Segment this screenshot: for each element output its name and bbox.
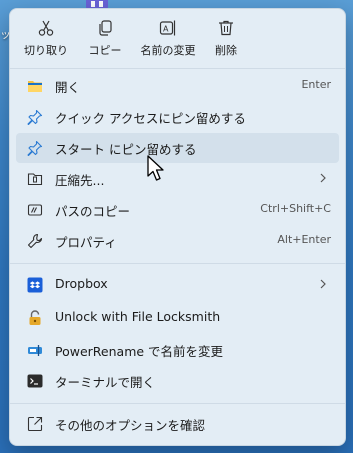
menu-item-copy-path[interactable]: パスのコピー Ctrl+Shift+C xyxy=(16,195,339,225)
separator xyxy=(10,403,345,404)
menu-item-label: その他のオプションを確認 xyxy=(55,418,206,433)
pin-icon xyxy=(27,109,43,125)
menu-item-open[interactable]: 開く Enter xyxy=(16,71,339,101)
menu-item-label: クイック アクセスにピン留めする xyxy=(55,111,246,126)
power-rename-icon xyxy=(28,345,42,356)
menu-item-label: ターミナルで開く xyxy=(55,375,156,390)
shortcut-text: Enter xyxy=(301,78,331,91)
menu-item-label: Dropbox xyxy=(55,276,108,291)
lock-icon xyxy=(29,310,41,325)
menu-item-pin-start[interactable]: スタート にピン留めする xyxy=(16,133,339,163)
wrench-icon xyxy=(27,233,43,249)
mouse-cursor-icon xyxy=(147,155,164,181)
terminal-icon xyxy=(27,374,43,388)
separator xyxy=(10,263,345,264)
copy-label: コピー xyxy=(88,44,122,57)
shortcut-text: Alt+Enter xyxy=(277,233,331,246)
zip-folder-icon xyxy=(27,173,43,186)
copy-icon xyxy=(99,20,112,36)
cut-label: 切り取り xyxy=(24,44,68,57)
menu-item-open-terminal[interactable]: ターミナルで開く xyxy=(16,366,339,396)
pin-icon xyxy=(27,140,43,156)
dropbox-icon xyxy=(27,277,43,293)
quick-actions-bar: 切り取り コピー A 名前の変更 削除 xyxy=(10,13,345,63)
menu-item-more-options[interactable]: その他のオプションを確認 xyxy=(16,409,339,439)
more-options-icon xyxy=(27,416,43,432)
copy-button[interactable]: コピー xyxy=(75,13,135,63)
separator xyxy=(10,68,345,69)
chevron-right-icon xyxy=(320,173,326,183)
menu-item-label: スタート にピン留めする xyxy=(55,142,197,157)
menu-item-label: 開く xyxy=(55,80,81,95)
chevron-right-icon xyxy=(320,279,326,289)
menu-item-compress[interactable]: 圧縮先... xyxy=(16,164,339,194)
menu-item-label: プロパティ xyxy=(55,235,117,250)
menu-item-label: パスのコピー xyxy=(55,204,131,219)
rename-button[interactable]: A 名前の変更 xyxy=(136,13,200,63)
menu-item-pin-quick-access[interactable]: クイック アクセスにピン留めする xyxy=(16,102,339,132)
trash-icon xyxy=(219,20,233,36)
menu-item-properties[interactable]: プロパティ Alt+Enter xyxy=(16,226,339,256)
rename-label: 名前の変更 xyxy=(140,44,196,57)
menu-item-file-locksmith[interactable]: Unlock with File Locksmith xyxy=(16,303,339,333)
shortcut-text: Ctrl+Shift+C xyxy=(260,202,331,215)
folder-icon xyxy=(28,81,42,92)
menu-item-label: 圧縮先... xyxy=(55,173,105,188)
menu-item-label: Unlock with File Locksmith xyxy=(55,309,221,324)
scissors-icon xyxy=(38,20,54,36)
menu-item-dropbox[interactable]: Dropbox xyxy=(16,270,339,300)
rename-icon: A xyxy=(159,20,176,36)
delete-label: 削除 xyxy=(215,44,237,57)
svg-text:A: A xyxy=(163,25,169,34)
menu-item-label: PowerRename で名前を変更 xyxy=(55,344,224,359)
context-menu: 切り取り コピー A 名前の変更 削除 開く Enter クイック アクセスにピ… xyxy=(9,8,346,446)
copy-path-icon xyxy=(27,204,43,216)
menu-item-power-rename[interactable]: PowerRename で名前を変更 xyxy=(16,335,339,365)
cut-button[interactable]: 切り取り xyxy=(16,13,76,63)
delete-button[interactable]: 削除 xyxy=(196,13,256,63)
